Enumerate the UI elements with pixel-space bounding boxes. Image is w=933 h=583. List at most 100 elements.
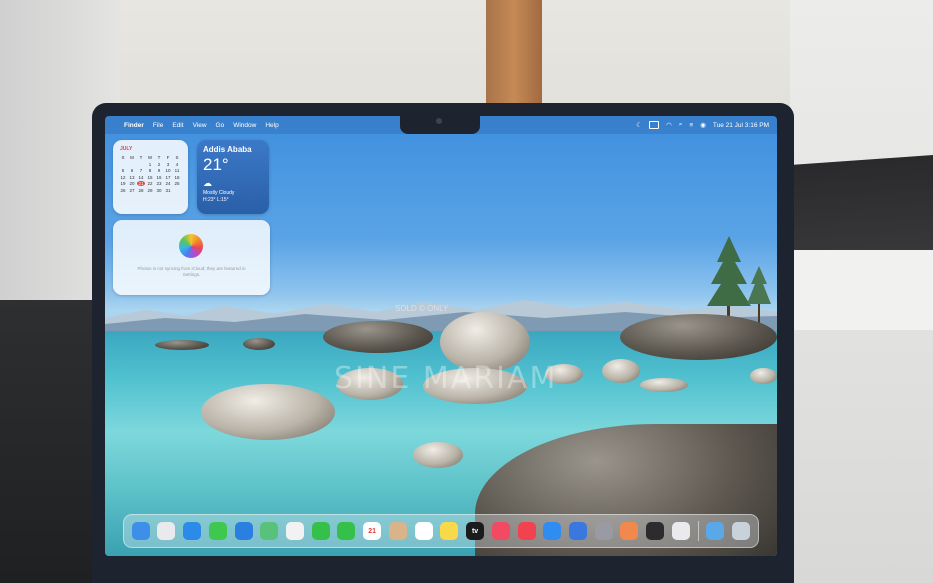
dock-contacts-icon[interactable]: [388, 522, 407, 540]
status-area: ☾ ◠ ⌕ ≡ ◉ Tue 21 Jul 3:16 PM: [636, 116, 769, 134]
menu-clock[interactable]: Tue 21 Jul 3:16 PM: [713, 122, 769, 129]
calendar-day: [137, 162, 145, 167]
weather-temperature: 21°: [203, 155, 229, 174]
calendar-day: 14: [138, 174, 144, 180]
calendar-day: 31: [165, 187, 171, 193]
dock-separator: [697, 521, 699, 541]
wallpaper-rock: [413, 442, 463, 468]
control-center-icon[interactable]: ≡: [689, 122, 693, 129]
wallpaper-rock: [201, 384, 335, 440]
dock-iphone-mirroring-icon[interactable]: [646, 522, 665, 540]
dock-books-icon[interactable]: [620, 522, 639, 540]
calendar-day: T: [139, 155, 143, 160]
calendar-day: 21: [137, 181, 145, 186]
menu-go[interactable]: Go: [216, 122, 225, 129]
calendar-day: 2: [157, 161, 161, 167]
calendar-day: 29: [147, 187, 153, 193]
calendar-widget[interactable]: JULY S M T W T F S 1 2 3 4 5 6 7 8 9 10 11 12 13 14 15 16 17 18 1…: [113, 140, 188, 214]
weather-high-low: H:23° L:15°: [203, 197, 229, 203]
dock-news-icon[interactable]: [517, 522, 536, 540]
dock-messages-icon[interactable]: [208, 522, 227, 540]
calendar-day: 6: [130, 168, 134, 173]
photos-widget[interactable]: Photos is not syncing from iCloud; they …: [113, 220, 270, 295]
calendar-day: [128, 162, 136, 167]
wallpaper-rocks-shore: [620, 314, 777, 360]
dock-downloads-icon[interactable]: [706, 522, 725, 540]
wallpaper-rock: [155, 340, 209, 350]
menu-window[interactable]: Window: [233, 122, 256, 129]
calendar-day: M: [130, 155, 134, 160]
dock-trash-icon[interactable]: [731, 522, 750, 540]
calendar-day: 24: [165, 181, 171, 186]
dock-safari-icon[interactable]: [183, 522, 202, 540]
wallpaper-rock: [750, 368, 777, 384]
menu-help[interactable]: Help: [265, 122, 278, 129]
calendar-day: 10: [165, 168, 171, 173]
wallpaper-rock: [243, 338, 275, 350]
calendar-day: 11: [174, 168, 180, 173]
siri-icon[interactable]: ◉: [700, 121, 706, 129]
calendar-month: JULY: [120, 146, 133, 152]
calendar-day: 15: [147, 174, 153, 180]
dock-calendar-icon[interactable]: 21: [363, 522, 382, 540]
calendar-day: 5: [121, 168, 125, 173]
battery-icon[interactable]: [649, 121, 660, 129]
dock-finder-icon[interactable]: [131, 522, 150, 540]
dock-tv-icon[interactable]: tv: [466, 522, 485, 540]
calendar-day: 19: [120, 181, 126, 186]
dock-mail-icon[interactable]: [234, 522, 253, 540]
wallpaper-rock: [640, 378, 688, 392]
dock-photos-icon[interactable]: [286, 522, 305, 540]
calendar-day: 8: [148, 168, 152, 173]
calendar-day: 1: [148, 161, 152, 167]
dock-phone-icon[interactable]: [337, 522, 356, 540]
calendar-grid: S M T W T F S 1 2 3 4 5 6 7 8 9 10 11 12 13 14 15 16 17 18 19 20 21…: [119, 155, 188, 193]
dock-maps-icon[interactable]: [260, 522, 279, 540]
dock-settings-icon[interactable]: [594, 522, 613, 540]
menu-finder[interactable]: Finder: [124, 122, 144, 129]
wallpaper-rock: [323, 321, 433, 353]
calendar-day: T: [157, 155, 161, 160]
calendar-day: 23: [156, 181, 162, 186]
calendar-day: 3: [166, 161, 170, 167]
menu-view[interactable]: View: [193, 122, 207, 129]
photos-widget-message: Photos is not syncing from iCloud; they …: [137, 266, 246, 277]
calendar-day: 20: [129, 181, 135, 186]
calendar-day: [119, 162, 127, 167]
calendar-day: S: [121, 155, 125, 160]
calendar-day: S: [175, 155, 179, 160]
cloud-icon: ☁: [203, 178, 212, 188]
calendar-day: 22: [147, 181, 153, 186]
dock-keynote-icon[interactable]: [568, 522, 587, 540]
dock-notes-icon[interactable]: [440, 522, 459, 540]
wallpaper-tree-small: [747, 266, 771, 326]
menu-file[interactable]: File: [153, 122, 163, 129]
dock-launchpad-icon[interactable]: [157, 522, 176, 540]
wifi-icon[interactable]: ◠: [666, 121, 672, 129]
watermark-small: SOLD © ONLY: [395, 304, 449, 313]
weather-widget[interactable]: Addis Ababa 21° ☁ Mostly Cloudy H:23° L:…: [197, 140, 269, 214]
calendar-day: 9: [157, 168, 161, 173]
dock-music-icon[interactable]: [491, 522, 510, 540]
calendar-day: 27: [129, 187, 135, 193]
search-icon[interactable]: ⌕: [679, 121, 683, 129]
camera-icon: [436, 118, 442, 124]
dock: 21 tv: [123, 514, 759, 548]
dock-preview-icon[interactable]: [671, 522, 690, 540]
calendar-day: 28: [138, 187, 144, 193]
dock-reminders-icon[interactable]: [414, 522, 433, 540]
dock-app-store-icon[interactable]: [543, 522, 562, 540]
background-counter: [790, 250, 933, 330]
photos-icon: [179, 234, 203, 258]
dock-facetime-icon[interactable]: [311, 522, 330, 540]
calendar-day: 17: [165, 174, 171, 180]
menu-edit[interactable]: Edit: [172, 122, 183, 129]
focus-icon[interactable]: ☾: [636, 121, 642, 129]
calendar-day: W: [147, 155, 153, 160]
calendar-day: 25: [174, 181, 180, 186]
weather-city: Addis Ababa: [203, 145, 252, 154]
weather-condition: Mostly Cloudy: [203, 190, 235, 196]
calendar-day: 30: [156, 187, 162, 193]
watermark: SINE MARIAM: [334, 361, 558, 396]
calendar-day: 12: [120, 174, 126, 180]
